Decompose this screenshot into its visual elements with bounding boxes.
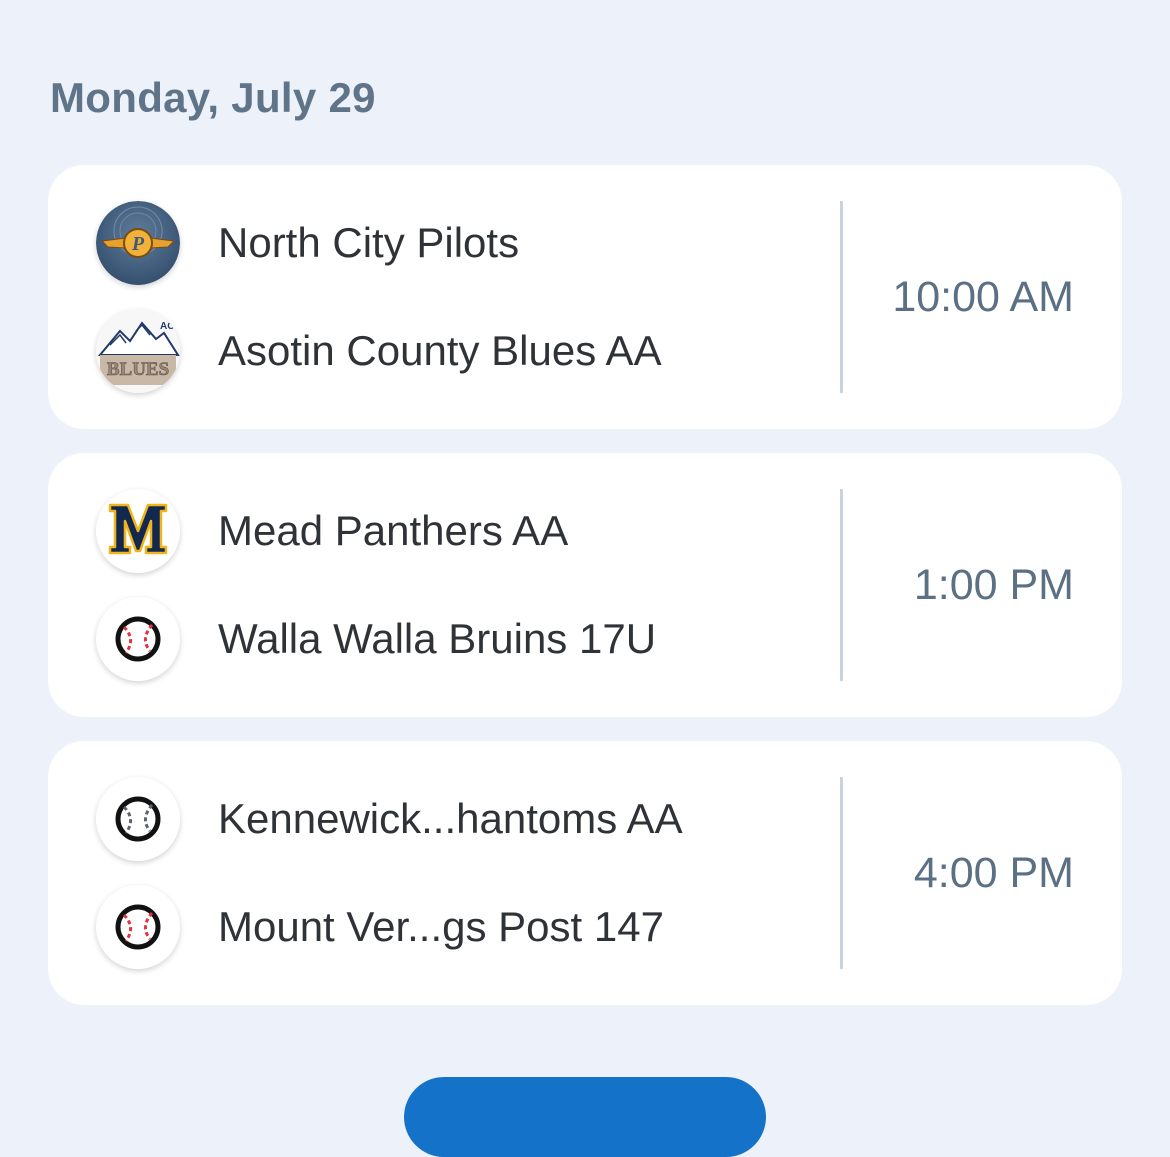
- game-card[interactable]: Kennewick...hantoms AA Mount Ver...gs Po…: [48, 741, 1122, 1005]
- team-name: Kennewick...hantoms AA: [218, 795, 683, 842]
- team-name: Mount Ver...gs Post 147: [218, 903, 664, 950]
- divider: [840, 777, 843, 969]
- svg-text:AC: AC: [160, 321, 174, 332]
- pilots-wings-logo-icon: P: [96, 201, 180, 285]
- game-card[interactable]: P North City Pilots AC BLUES Asotin Coun…: [48, 165, 1122, 429]
- date-header: Monday, July 29: [50, 74, 376, 121]
- team-row-home: Mead Panthers AA: [96, 489, 568, 573]
- team-row-home: Kennewick...hantoms AA: [96, 777, 683, 861]
- team-row-away: AC BLUES Asotin County Blues AA: [96, 309, 662, 393]
- game-card[interactable]: Mead Panthers AA Walla Walla Bruins 17U …: [48, 453, 1122, 717]
- team-name: Walla Walla Bruins 17U: [218, 615, 657, 662]
- team-name: Asotin County Blues AA: [218, 327, 662, 374]
- divider: [840, 201, 843, 393]
- baseball-red-stitches-icon: [96, 885, 180, 969]
- team-row-away: Walla Walla Bruins 17U: [96, 597, 656, 681]
- mead-m-logo-icon: [96, 489, 180, 573]
- game-time: 1:00 PM: [913, 561, 1074, 609]
- team-name: Mead Panthers AA: [218, 507, 569, 554]
- game-time: 4:00 PM: [913, 849, 1074, 897]
- primary-action-button[interactable]: [404, 1077, 766, 1157]
- baseball-gray-stitches-icon: [96, 777, 180, 861]
- team-row-away: Mount Ver...gs Post 147: [96, 885, 664, 969]
- svg-text:P: P: [131, 233, 145, 255]
- baseball-red-stitches-icon: [96, 597, 180, 681]
- divider: [840, 489, 843, 681]
- game-time: 10:00 AM: [892, 273, 1074, 321]
- team-name: North City Pilots: [218, 219, 520, 266]
- svg-text:BLUES: BLUES: [107, 359, 169, 380]
- blues-mountain-logo-icon: AC BLUES: [96, 309, 180, 393]
- team-row-home: P North City Pilots: [96, 201, 519, 285]
